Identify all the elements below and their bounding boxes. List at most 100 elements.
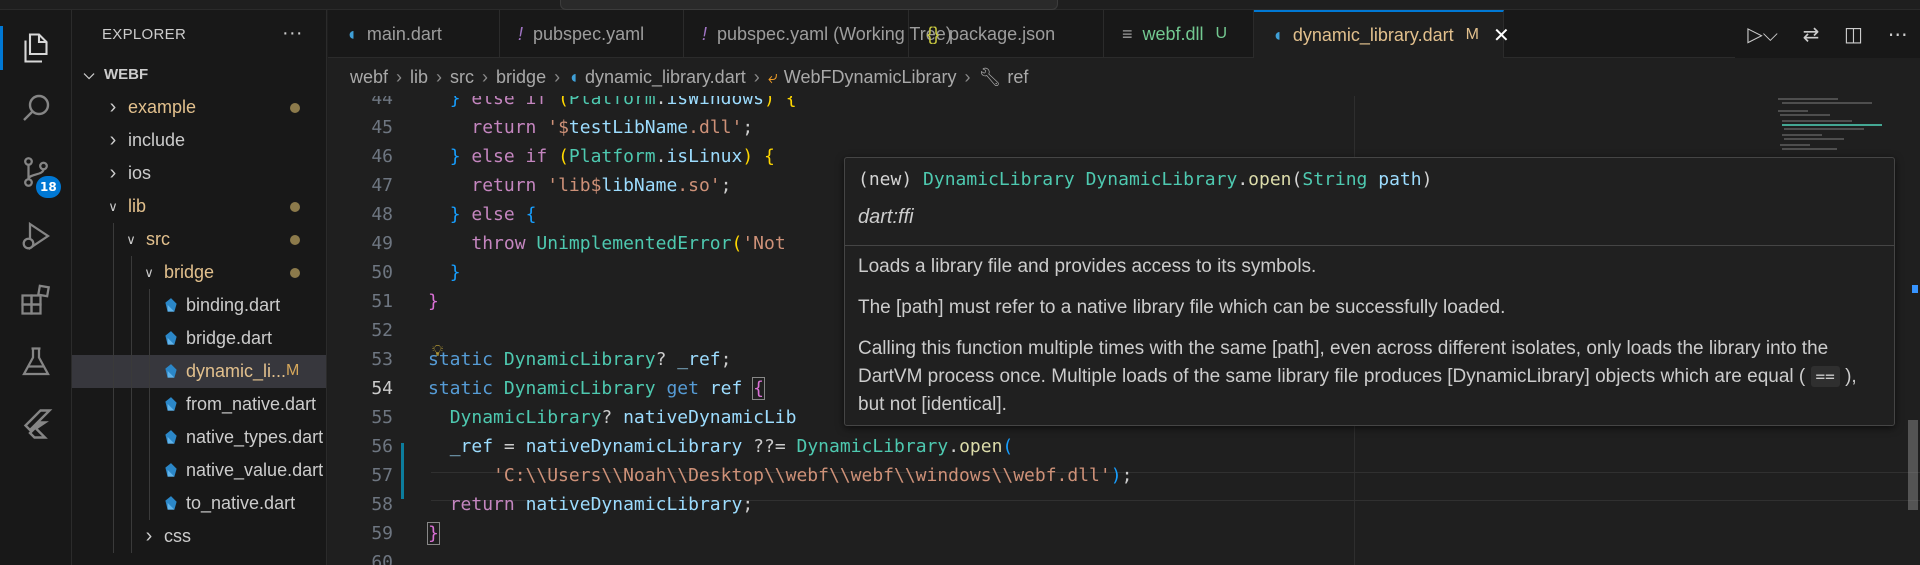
tree-item-to-native-dart[interactable]: to_native.dart <box>72 487 326 520</box>
dart-file-icon <box>165 363 177 378</box>
compare-icon[interactable]: ⇄ <box>1803 22 1820 46</box>
dart-file-icon <box>165 297 177 312</box>
tree-item-dynamic-li-[interactable]: dynamic_li... M <box>72 355 326 388</box>
workspace-root[interactable]: ⌵ WEBF <box>72 58 326 91</box>
tree-item-label: binding.dart <box>186 295 281 315</box>
tree-item-from-native-dart[interactable]: from_native.dart <box>72 388 326 421</box>
code-line-56: 56 _ref = nativeDynamicLibrary ??= Dynam… <box>371 436 1014 457</box>
extensions-icon[interactable] <box>0 270 72 330</box>
modified-dot <box>290 268 300 278</box>
code-line-58: 58 return nativeDynamicLibrary; <box>371 494 754 515</box>
tree-item-bridge-dart[interactable]: bridge.dart <box>72 322 326 355</box>
breadcrumb: webf › lib › src › bridge › ◖ dynamic_library… <box>328 58 1920 96</box>
code-line-44: 44 } else if (Platform.isWindows) { <box>371 96 797 109</box>
tree-item-example[interactable]: › example <box>72 91 326 124</box>
dart-file-icon <box>165 495 177 510</box>
tree-item-label: dynamic_li... <box>186 361 287 381</box>
split-editor-icon[interactable]: ◫ <box>1844 22 1863 46</box>
code-line-59: 59} <box>371 522 440 545</box>
tab-package-json[interactable]: {} package.json <box>909 10 1104 58</box>
workspace-root-label: WEBF <box>104 66 149 83</box>
dart-file-icon <box>165 429 177 444</box>
close-icon[interactable]: ✕ <box>1493 23 1510 48</box>
explorer-sidebar: EXPLORER ··· ⌵ WEBF › example › include › ios… <box>72 10 327 565</box>
more-icon[interactable]: ⋯ <box>1888 22 1908 46</box>
hover-description-3: Calling this function multiple times wit… <box>858 338 1857 415</box>
dart-file-icon <box>165 396 177 411</box>
crumb-webf[interactable]: webf <box>350 67 388 88</box>
code-line-60: 60 <box>371 552 393 565</box>
tab-git-flag: U <box>1215 25 1228 42</box>
run-debug-icon[interactable] <box>0 206 72 266</box>
chevron-down-icon: ∨ <box>108 198 118 214</box>
modified-dot <box>290 103 300 113</box>
scm-badge: 18 <box>36 176 61 198</box>
scrollbar-thumb[interactable] <box>1908 420 1918 510</box>
tree-item-label: lib <box>128 196 147 216</box>
tree-item-label: bridge <box>164 262 215 282</box>
tab-label: dynamic_library.dart <box>1292 24 1454 45</box>
tree-item-binding-dart[interactable]: binding.dart <box>72 289 326 322</box>
tree-item-css[interactable]: › css <box>72 520 326 553</box>
tab-label: pubspec.yaml <box>533 23 645 44</box>
git-status-flag: M <box>286 362 300 379</box>
tree-item-ios[interactable]: › ios <box>72 157 326 190</box>
tree-item-bridge[interactable]: ∨ bridge <box>72 256 326 289</box>
crumb-member[interactable]: ref <box>1007 67 1028 88</box>
flutter-icon[interactable] <box>0 394 72 454</box>
tree-item-src[interactable]: ∨ src <box>72 223 326 256</box>
tab-label: webf.dll <box>1142 23 1204 44</box>
source-control-icon[interactable]: 18 <box>0 142 72 202</box>
activity-bar: 18 <box>0 10 72 565</box>
tree-item-label: native_value.dart <box>186 460 324 480</box>
hover-signature: (new) DynamicLibrary DynamicLibrary.open… <box>858 169 1433 190</box>
command-center[interactable] <box>560 0 1058 10</box>
tree-item-label: bridge.dart <box>186 328 273 348</box>
dart-icon: ◖ <box>346 23 357 44</box>
hover-description-2: The [path] must refer to a native librar… <box>858 297 1506 318</box>
exclaim-icon: ! <box>702 23 708 44</box>
chevron-right-icon: › <box>109 162 117 184</box>
chevron-right-icon: › <box>109 96 117 118</box>
scrollbar-marker <box>1912 285 1918 293</box>
crumb-class[interactable]: WebFDynamicLibrary <box>784 67 957 88</box>
chevron-down-icon: ∨ <box>144 264 154 280</box>
explorer-icon[interactable] <box>0 18 72 78</box>
crumb-file[interactable]: dynamic_library.dart <box>585 67 746 88</box>
run-icon[interactable]: ▷⌵ <box>1747 22 1778 46</box>
tree-item-include[interactable]: › include <box>72 124 326 157</box>
more-actions-icon[interactable]: ··· <box>282 22 303 45</box>
tab-pubspec-yaml[interactable]: ! pubspec.yaml <box>500 10 684 58</box>
tree-item-native-value-dart[interactable]: native_value.dart <box>72 454 326 487</box>
hover-divider <box>845 245 1894 246</box>
tab-main-dart[interactable]: ◖ main.dart <box>328 10 500 58</box>
search-icon[interactable] <box>0 78 72 138</box>
hover-description-1: Loads a library file and provides access… <box>858 256 1317 277</box>
tab-dynamic-library-dart[interactable]: ◖ dynamic_library.dart M ✕ <box>1254 10 1510 58</box>
tree-item-lib[interactable]: ∨ lib <box>72 190 326 223</box>
dart-file-icon <box>165 462 177 477</box>
modified-dot <box>290 202 300 212</box>
tab-webf-dll[interactable]: ≡ webf.dll U <box>1104 10 1254 58</box>
crumb-lib[interactable]: lib <box>410 67 428 88</box>
tab-pubspec-yaml-working-tree-[interactable]: ! pubspec.yaml (Working Tree) <box>684 10 952 58</box>
hover-library: dart:ffi <box>858 206 914 228</box>
crumb-bridge[interactable]: bridge <box>496 67 546 88</box>
dart-icon: ◖ <box>568 66 579 87</box>
testing-icon[interactable] <box>0 332 72 392</box>
explorer-title: EXPLORER <box>102 25 187 43</box>
tree-item-label: include <box>128 130 186 150</box>
tree-item-label: ios <box>128 163 152 183</box>
chevron-down-icon: ∨ <box>126 231 136 247</box>
exclaim-icon: ! <box>518 23 524 44</box>
chevron-down-icon: ⌵ <box>83 66 95 82</box>
dart-file-icon <box>165 330 177 345</box>
tree-item-label: example <box>128 97 197 117</box>
dart-icon: ◖ <box>1272 24 1283 45</box>
chevron-right-icon: › <box>109 129 117 151</box>
title-bar <box>0 0 1920 10</box>
modified-dot <box>290 235 300 245</box>
crumb-src[interactable]: src <box>450 67 474 88</box>
tree-item-native-types-dart[interactable]: native_types.dart <box>72 421 326 454</box>
braces-icon: {} <box>927 23 940 44</box>
